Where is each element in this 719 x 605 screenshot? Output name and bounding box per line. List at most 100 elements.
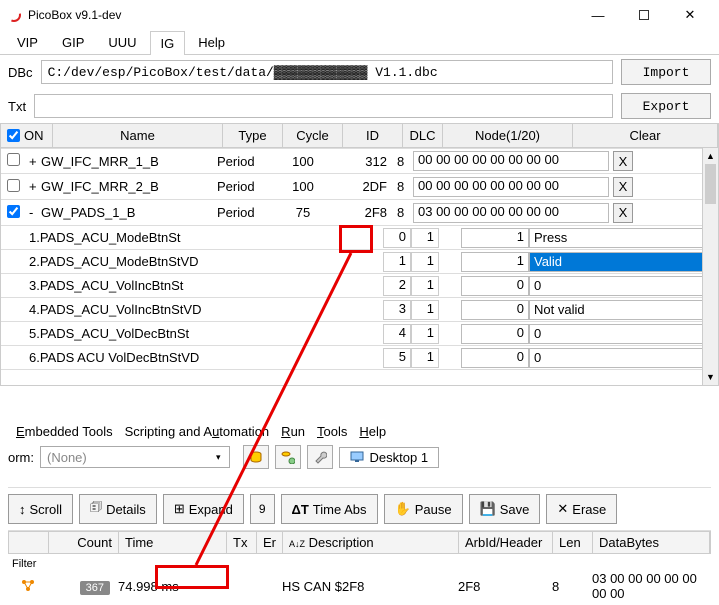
- signal-desc-select[interactable]: 0▾: [529, 276, 714, 296]
- signal-row[interactable]: 1.PADS_ACU_ModeBtnSt 0 1 1 Press▾: [1, 226, 718, 250]
- signal-desc-select[interactable]: 0▾: [529, 348, 714, 368]
- scroll-up-icon[interactable]: ▲: [703, 148, 718, 164]
- dbc-label: DBc: [8, 65, 33, 80]
- scrollbar-thumb[interactable]: [705, 164, 716, 204]
- orm-dropdown-icon[interactable]: ▾: [216, 452, 221, 463]
- tab-help[interactable]: Help: [187, 30, 236, 54]
- erase-button[interactable]: ✕Erase: [546, 494, 617, 524]
- col-er[interactable]: Er: [257, 532, 283, 553]
- signal-row[interactable]: 2.PADS_ACU_ModeBtnStVD 1 1 1 Valid▾: [1, 250, 718, 274]
- msg-data[interactable]: 00 00 00 00 00 00 00 00: [413, 177, 609, 197]
- log-data: 03 00 00 00 00 00 00 00: [592, 571, 711, 601]
- col-cycle[interactable]: Cycle: [283, 124, 343, 147]
- expand-toggle[interactable]: +: [25, 177, 37, 196]
- minimize-button[interactable]: —: [575, 0, 621, 30]
- msg-dlc: 8: [393, 152, 413, 171]
- tab-ig[interactable]: IG: [150, 31, 186, 55]
- tab-uuu[interactable]: UUU: [97, 30, 147, 54]
- clear-button[interactable]: Clear: [573, 124, 718, 147]
- col-name[interactable]: Name: [53, 124, 223, 147]
- msg-cycle[interactable]: 75: [273, 203, 333, 222]
- on-toggle[interactable]: ON: [1, 124, 53, 147]
- col-tx[interactable]: Tx: [227, 532, 257, 553]
- menu-help[interactable]: Help: [359, 424, 386, 439]
- signal-bit: 5: [383, 348, 411, 368]
- message-row[interactable]: + GW_IFC_MRR_1_B Period 100 312 8 00 00 …: [1, 148, 718, 174]
- col-time[interactable]: Time: [119, 532, 227, 553]
- menu-embedded-tools[interactable]: Embedded Tools: [16, 424, 113, 439]
- msg-delete-button[interactable]: X: [613, 177, 633, 197]
- tab-vip[interactable]: VIP: [6, 30, 49, 54]
- tab-gip[interactable]: GIP: [51, 30, 95, 54]
- signal-value[interactable]: 1: [461, 252, 529, 272]
- col-databytes[interactable]: DataBytes: [593, 532, 710, 553]
- msg-id: 312: [333, 152, 393, 171]
- expand-button[interactable]: ⊞Expand: [163, 494, 244, 524]
- on-checkbox[interactable]: [7, 129, 20, 142]
- menu-scripting[interactable]: Scripting and Automation: [125, 424, 270, 439]
- export-button[interactable]: Export: [621, 93, 711, 119]
- signal-value[interactable]: 0: [461, 348, 529, 368]
- signal-value[interactable]: 0: [461, 324, 529, 344]
- msg-cycle[interactable]: 100: [273, 152, 333, 171]
- signal-desc-select[interactable]: Not valid▾: [529, 300, 714, 320]
- msg-delete-button[interactable]: X: [613, 151, 633, 171]
- msg-data[interactable]: 00 00 00 00 00 00 00 00: [413, 151, 609, 171]
- txt-path-input[interactable]: [34, 94, 613, 118]
- msg-checkbox[interactable]: [7, 153, 20, 166]
- signal-desc-select[interactable]: Press▾: [529, 228, 714, 248]
- scroll-down-icon[interactable]: ▼: [703, 369, 718, 385]
- msg-delete-button[interactable]: X: [613, 203, 633, 223]
- signal-row[interactable]: 3.PADS_ACU_VolIncBtnSt 2 1 0 0▾: [1, 274, 718, 298]
- time-abs-button[interactable]: ΔTTime Abs: [281, 494, 378, 524]
- signal-value[interactable]: 0: [461, 276, 529, 296]
- log-row[interactable]: 367 74.998 ms HS CAN $2F8 2F8 8 03 00 00…: [8, 574, 711, 598]
- details-button[interactable]: 🗊Details: [79, 494, 157, 524]
- msg-cycle[interactable]: 100: [273, 177, 333, 196]
- menu-run[interactable]: Run: [281, 424, 305, 439]
- col-desc[interactable]: A↓Z Description: [283, 532, 459, 553]
- msg-checkbox[interactable]: [7, 179, 20, 192]
- col-dlc[interactable]: DLC: [403, 124, 443, 147]
- col-arbid[interactable]: ArbId/Header: [459, 532, 553, 553]
- signal-value[interactable]: 0: [461, 300, 529, 320]
- wrench-icon-button[interactable]: [307, 445, 333, 469]
- pause-button[interactable]: ✋Pause: [384, 494, 463, 524]
- vertical-scrollbar[interactable]: ▲ ▼: [702, 148, 718, 385]
- msg-checkbox[interactable]: [7, 205, 20, 218]
- nine-button[interactable]: 9: [250, 494, 275, 524]
- signal-len: 1: [411, 348, 439, 368]
- signal-value[interactable]: 1: [461, 228, 529, 248]
- log-menubar: Embedded Tools Scripting and Automation …: [8, 420, 711, 443]
- db-icon-button[interactable]: [243, 445, 269, 469]
- save-button[interactable]: 💾Save: [469, 494, 541, 524]
- message-row[interactable]: + GW_IFC_MRR_2_B Period 100 2DF 8 00 00 …: [1, 174, 718, 200]
- orm-label: orm:: [8, 450, 34, 465]
- msg-name: GW_IFC_MRR_2_B: [37, 177, 213, 196]
- menu-tools[interactable]: Tools: [317, 424, 347, 439]
- col-type[interactable]: Type: [223, 124, 283, 147]
- orm-select[interactable]: [40, 446, 230, 468]
- db-gear-icon-button[interactable]: [275, 445, 301, 469]
- col-count[interactable]: Count: [49, 532, 119, 553]
- signal-row[interactable]: 4.PADS_ACU_VolIncBtnStVD 3 1 0 Not valid…: [1, 298, 718, 322]
- maximize-button[interactable]: [621, 0, 667, 30]
- expand-toggle[interactable]: +: [25, 152, 37, 171]
- msg-data[interactable]: 03 00 00 00 00 00 00 00: [413, 203, 609, 223]
- sort-az-icon: A↓Z: [289, 539, 305, 549]
- import-button[interactable]: Import: [621, 59, 711, 85]
- scroll-button[interactable]: ↕Scroll: [8, 494, 73, 524]
- col-len[interactable]: Len: [553, 532, 593, 553]
- message-row[interactable]: - GW_PADS_1_B Period 75 2F8 8 03 00 00 0…: [1, 200, 718, 226]
- signal-row[interactable]: 6.PADS ACU VolDecBtnStVD 5 1 0 0▾: [1, 346, 718, 370]
- msg-id: 2F8: [333, 203, 393, 222]
- desktop-tab[interactable]: Desktop 1: [339, 447, 440, 468]
- signal-desc-select[interactable]: Valid▾: [529, 252, 714, 272]
- close-button[interactable]: ✕: [667, 0, 713, 30]
- signal-row[interactable]: 5.PADS_ACU_VolDecBtnSt 4 1 0 0▾: [1, 322, 718, 346]
- col-id[interactable]: ID: [343, 124, 403, 147]
- dbc-path-input[interactable]: [41, 60, 613, 84]
- signal-desc-select[interactable]: 0▾: [529, 324, 714, 344]
- expand-toggle[interactable]: -: [25, 203, 37, 222]
- col-node[interactable]: Node(1/20): [443, 124, 573, 147]
